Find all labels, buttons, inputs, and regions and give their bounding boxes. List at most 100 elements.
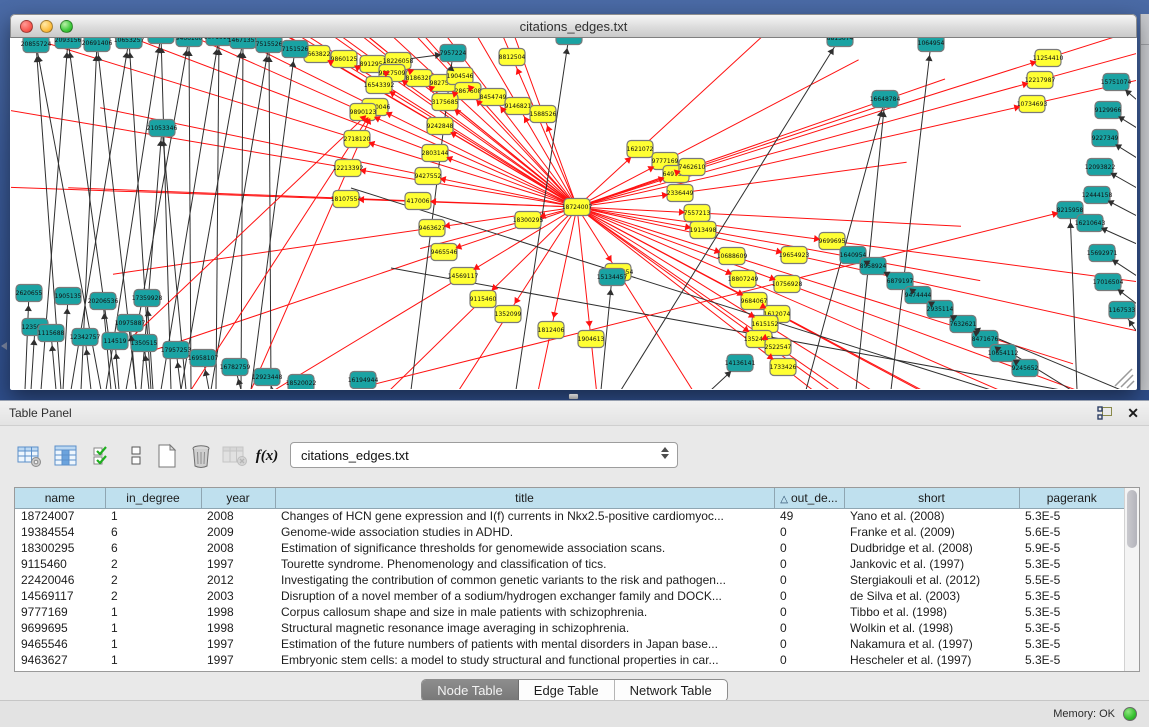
table-cell[interactable]: 18724007 bbox=[15, 508, 105, 524]
table-cell[interactable]: 2008 bbox=[201, 540, 275, 556]
table-cell[interactable]: Jankovic et al. (1997) bbox=[844, 556, 1019, 572]
table-cell[interactable]: 19384554 bbox=[15, 524, 105, 540]
column-check-list-icon[interactable] bbox=[88, 441, 118, 471]
table-cell[interactable]: Yano et al. (2008) bbox=[844, 508, 1019, 524]
collapse-panel-arrow-icon[interactable] bbox=[1, 342, 7, 350]
delete-table-icon[interactable] bbox=[220, 441, 250, 471]
column-header-outde[interactable]: △out_de... bbox=[774, 488, 844, 508]
close-panel-icon[interactable]: ✕ bbox=[1127, 404, 1139, 422]
table-cell[interactable]: 2008 bbox=[201, 508, 275, 524]
column-header-short[interactable]: short bbox=[844, 488, 1019, 508]
table-cell[interactable]: Wolkin et al. (1998) bbox=[844, 620, 1019, 636]
table-cell[interactable]: 2 bbox=[105, 588, 201, 604]
table-cell[interactable]: 2012 bbox=[201, 572, 275, 588]
table-cell[interactable]: 5.3E-5 bbox=[1019, 508, 1124, 524]
column-header-name[interactable]: name bbox=[15, 488, 105, 508]
table-cell[interactable]: 2003 bbox=[201, 588, 275, 604]
select-columns-icon[interactable] bbox=[51, 441, 81, 471]
table-cell[interactable]: 9699695 bbox=[15, 620, 105, 636]
table-cell[interactable]: Dudbridge et al. (2008) bbox=[844, 540, 1019, 556]
table-cell[interactable]: 0 bbox=[774, 556, 844, 572]
network-canvas[interactable]: 1872400776638229860125891295418226058982… bbox=[11, 38, 1136, 389]
table-cell[interactable]: 5.3E-5 bbox=[1019, 652, 1124, 668]
table-cell[interactable]: 9465546 bbox=[15, 636, 105, 652]
table-cell[interactable]: Investigating the contribution of common… bbox=[275, 572, 774, 588]
table-cell[interactable]: 49 bbox=[774, 508, 844, 524]
table-cell[interactable]: 2009 bbox=[201, 524, 275, 540]
table-cell[interactable]: 5.3E-5 bbox=[1019, 588, 1124, 604]
table-cell[interactable]: 1 bbox=[105, 620, 201, 636]
table-cell[interactable]: 1997 bbox=[201, 636, 275, 652]
new-column-icon[interactable] bbox=[152, 441, 182, 471]
row-height-icon[interactable] bbox=[121, 441, 151, 471]
table-row[interactable]: 969969511998Structural magnetic resonanc… bbox=[15, 620, 1124, 636]
column-header-title[interactable]: title bbox=[275, 488, 774, 508]
table-scrollbar[interactable] bbox=[1124, 488, 1139, 671]
float-window-icon[interactable] bbox=[1097, 406, 1113, 421]
table-cell[interactable]: 9777169 bbox=[15, 604, 105, 620]
table-cell[interactable]: 5.5E-5 bbox=[1019, 572, 1124, 588]
table-row[interactable]: 911546021997Tourette syndrome. Phenomeno… bbox=[15, 556, 1124, 572]
column-header-indegree[interactable]: in_degree bbox=[105, 488, 201, 508]
table-cell[interactable]: 0 bbox=[774, 652, 844, 668]
table-cell[interactable]: 1998 bbox=[201, 604, 275, 620]
table-cell[interactable]: 18300295 bbox=[15, 540, 105, 556]
scrollbar-thumb[interactable] bbox=[1127, 490, 1137, 548]
table-cell[interactable]: 22420046 bbox=[15, 572, 105, 588]
table-settings-icon[interactable] bbox=[14, 441, 44, 471]
table-cell[interactable]: 2 bbox=[105, 572, 201, 588]
table-cell[interactable]: 9463627 bbox=[15, 652, 105, 668]
table-cell[interactable]: Corpus callosum shape and size in male p… bbox=[275, 604, 774, 620]
table-cell[interactable]: 2 bbox=[105, 556, 201, 572]
table-row[interactable]: 977716911998Corpus callosum shape and si… bbox=[15, 604, 1124, 620]
table-cell[interactable]: 1998 bbox=[201, 620, 275, 636]
table-cell[interactable]: de Silva et al. (2003) bbox=[844, 588, 1019, 604]
table-cell[interactable]: 0 bbox=[774, 540, 844, 556]
table-cell[interactable]: Estimation of significance thresholds fo… bbox=[275, 540, 774, 556]
network-window-titlebar[interactable]: citations_edges.txt bbox=[10, 14, 1137, 38]
table-cell[interactable]: 0 bbox=[774, 636, 844, 652]
table-cell[interactable]: Nakamura et al. (1997) bbox=[844, 636, 1019, 652]
function-builder-icon[interactable]: f(x) bbox=[252, 441, 282, 471]
table-row[interactable]: 946362711997Embryonic stem cells: a mode… bbox=[15, 652, 1124, 668]
splitter-handle[interactable] bbox=[569, 394, 578, 399]
table-cell[interactable]: 0 bbox=[774, 620, 844, 636]
table-cell[interactable]: 1 bbox=[105, 652, 201, 668]
table-cell[interactable]: 1997 bbox=[201, 556, 275, 572]
network-view-window[interactable]: citations_edges.txt 18724007766382298601… bbox=[10, 14, 1137, 390]
table-cell[interactable]: 1 bbox=[105, 636, 201, 652]
table-cell[interactable]: 1 bbox=[105, 508, 201, 524]
table-cell[interactable]: 6 bbox=[105, 540, 201, 556]
table-cell[interactable]: 5.9E-5 bbox=[1019, 540, 1124, 556]
column-header-year[interactable]: year bbox=[201, 488, 275, 508]
table-row[interactable]: 1456911722003Disruption of a novel membe… bbox=[15, 588, 1124, 604]
table-cell[interactable]: Embryonic stem cells: a model to study s… bbox=[275, 652, 774, 668]
table-row[interactable]: 2242004622012Investigating the contribut… bbox=[15, 572, 1124, 588]
column-header-pagerank[interactable]: pagerank bbox=[1019, 488, 1124, 508]
table-cell[interactable]: 5.6E-5 bbox=[1019, 524, 1124, 540]
table-row[interactable]: 1872400712008Changes of HCN gene express… bbox=[15, 508, 1124, 524]
table-row[interactable]: 1938455462009Genome-wide association stu… bbox=[15, 524, 1124, 540]
table-cell[interactable]: Tourette syndrome. Phenomenology and cla… bbox=[275, 556, 774, 572]
table-cell[interactable]: 0 bbox=[774, 588, 844, 604]
table-selector-dropdown[interactable]: citations_edges.txt bbox=[290, 442, 678, 468]
table-cell[interactable]: 0 bbox=[774, 524, 844, 540]
table-cell[interactable]: 5.3E-5 bbox=[1019, 556, 1124, 572]
table-cell[interactable]: Franke et al. (2009) bbox=[844, 524, 1019, 540]
table-cell[interactable]: Changes of HCN gene expression and I(f) … bbox=[275, 508, 774, 524]
table-cell[interactable]: Hescheler et al. (1997) bbox=[844, 652, 1019, 668]
table-cell[interactable]: 9115460 bbox=[15, 556, 105, 572]
table-cell[interactable]: 5.3E-5 bbox=[1019, 604, 1124, 620]
table-cell[interactable]: 1 bbox=[105, 604, 201, 620]
table-cell[interactable]: Tibbo et al. (1998) bbox=[844, 604, 1019, 620]
table-cell[interactable]: Genome-wide association studies in ADHD. bbox=[275, 524, 774, 540]
table-cell[interactable]: Disruption of a novel member of a sodium… bbox=[275, 588, 774, 604]
table-cell[interactable]: 14569117 bbox=[15, 588, 105, 604]
tab-network-table[interactable]: Network Table bbox=[615, 680, 727, 701]
tab-edge-table[interactable]: Edge Table bbox=[519, 680, 615, 701]
delete-column-icon[interactable] bbox=[186, 441, 216, 471]
table-cell[interactable]: Estimation of the future numbers of pati… bbox=[275, 636, 774, 652]
tab-node-table[interactable]: Node Table bbox=[422, 680, 519, 701]
table-row[interactable]: 946554611997Estimation of the future num… bbox=[15, 636, 1124, 652]
table-cell[interactable]: 0 bbox=[774, 572, 844, 588]
